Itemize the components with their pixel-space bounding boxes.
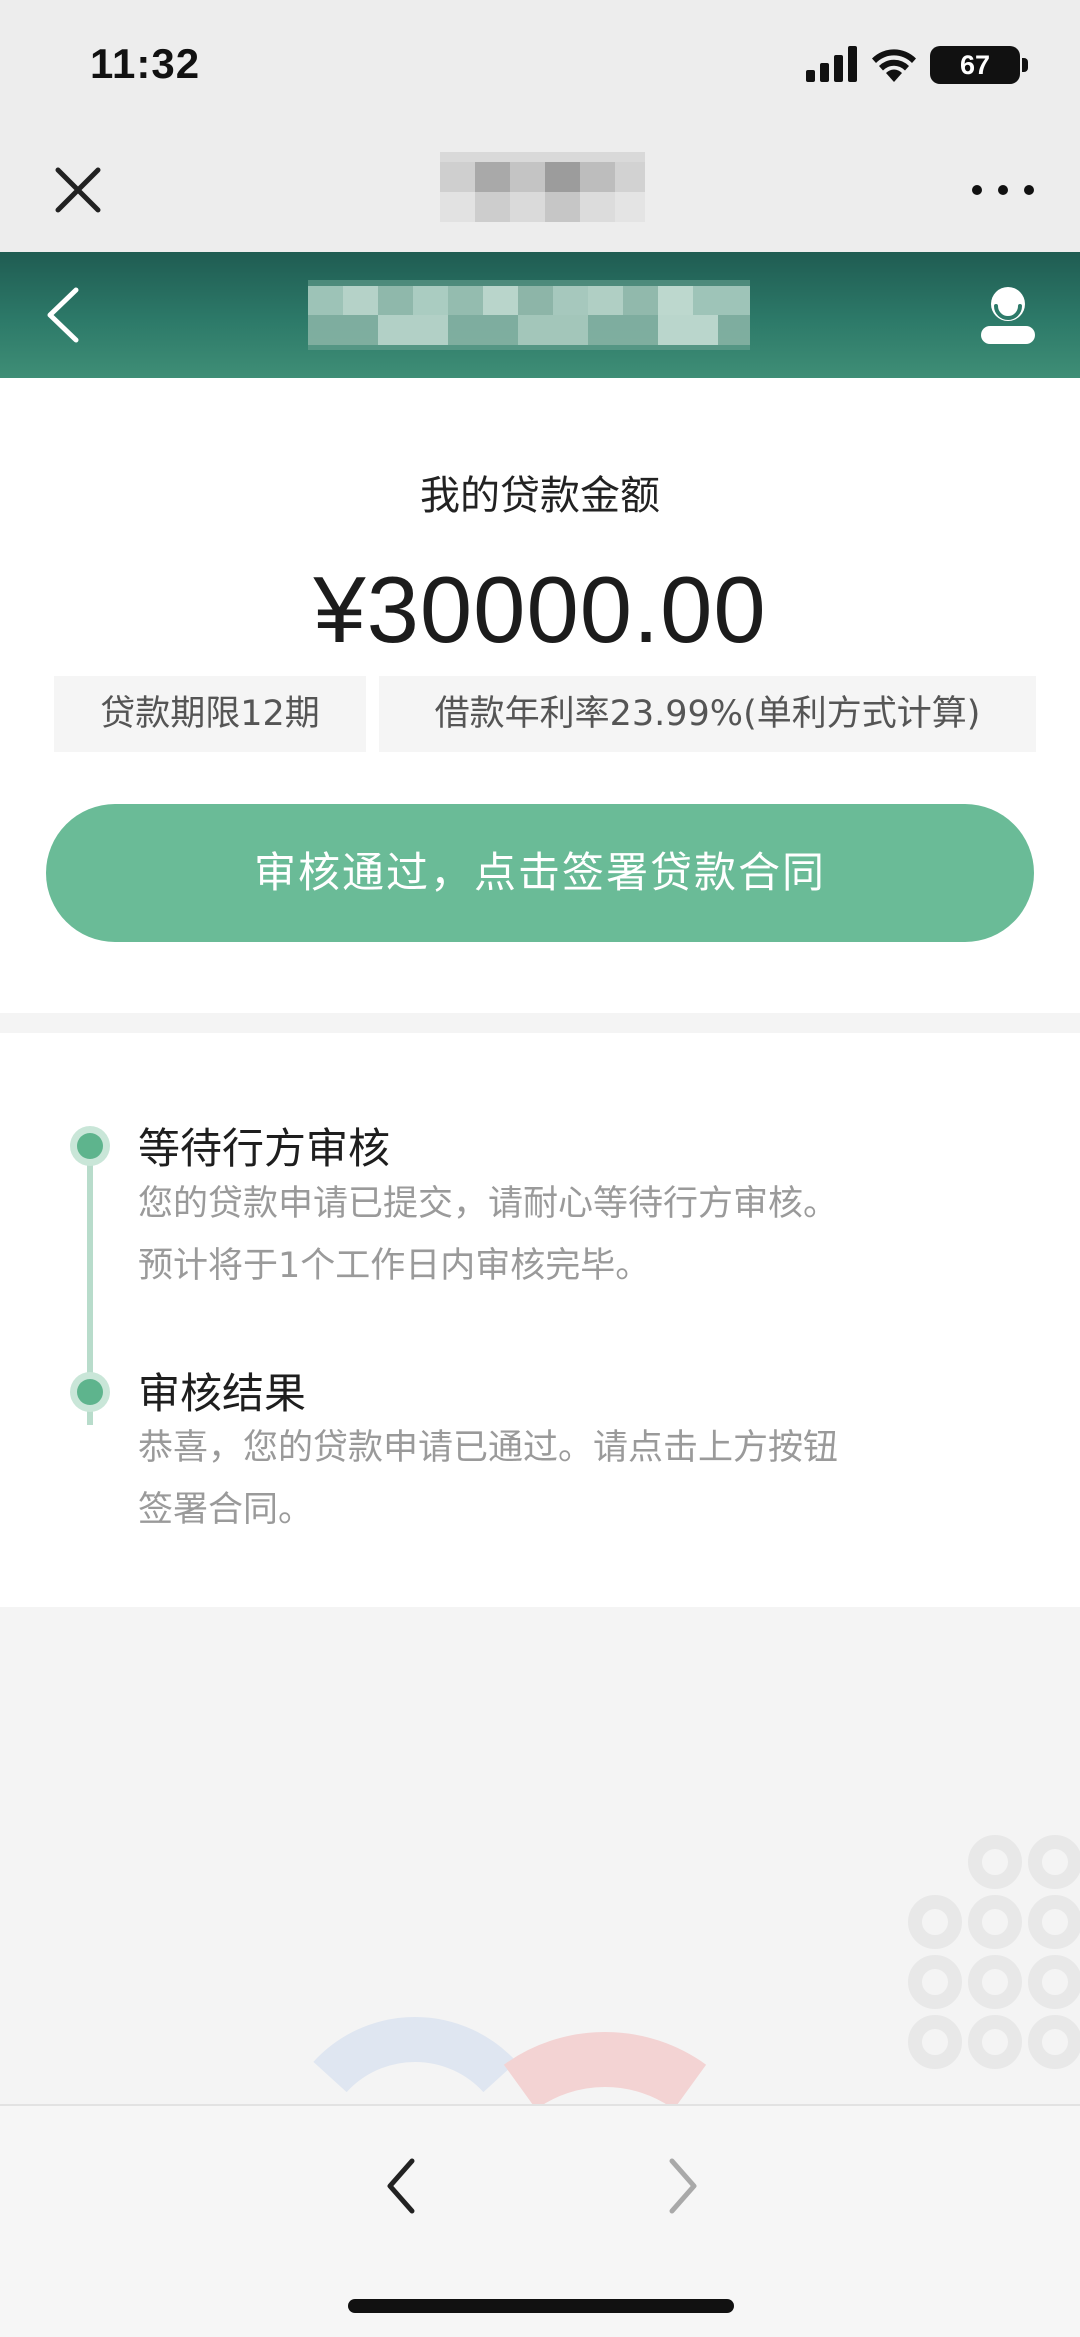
step-description: 恭喜，您的贷款申请已通过。请点击上方按钮 签署合同。 bbox=[138, 1417, 958, 1541]
step-description-line: 您的贷款申请已提交，请耐心等待行方审核。 bbox=[138, 1184, 839, 1224]
loan-term-tag: 贷款期限12期 bbox=[54, 676, 366, 752]
step-title: 审核结果 bbox=[138, 1369, 307, 1418]
progress-card: 等待行方审核 您的贷款申请已提交，请耐心等待行方审核。 预计将于1个工作日内审核… bbox=[0, 1033, 1080, 1607]
interest-rate-tag: 借款年利率23.99%(单利方式计算) bbox=[379, 676, 1036, 752]
status-time: 11:32 bbox=[90, 40, 201, 87]
timeline-dot bbox=[70, 1126, 110, 1166]
loan-card: 我的贷款金额 ¥30000.00 贷款期限12期 借款年利率23.99%(单利方… bbox=[0, 378, 1080, 1013]
battery-icon: 67 bbox=[930, 46, 1030, 84]
loan-amount-label: 我的贷款金额 bbox=[420, 473, 660, 519]
bottom-navigation bbox=[0, 2104, 1080, 2337]
step-description-line: 签署合同。 bbox=[138, 1490, 314, 1530]
battery-tip bbox=[1022, 58, 1028, 72]
user-icon[interactable] bbox=[978, 282, 1038, 346]
step-description-line: 预计将于1个工作日内审核完毕。 bbox=[138, 1246, 651, 1286]
wifi-icon bbox=[872, 49, 916, 82]
status-icons: 67 bbox=[800, 46, 1030, 86]
more-dot bbox=[1024, 185, 1034, 195]
home-indicator[interactable] bbox=[348, 2299, 734, 2313]
battery-level: 67 bbox=[930, 46, 1020, 84]
chevron-left-icon[interactable] bbox=[40, 282, 90, 348]
more-dot bbox=[972, 185, 982, 195]
blurred-title bbox=[440, 152, 645, 222]
step-description: 您的贷款申请已提交，请耐心等待行方审核。 预计将于1个工作日内审核完毕。 bbox=[138, 1173, 958, 1297]
step-description-line: 恭喜，您的贷款申请已通过。请点击上方按钮 bbox=[138, 1428, 839, 1468]
timeline-dot bbox=[70, 1372, 110, 1412]
sign-contract-button[interactable]: 审核通过，点击签署贷款合同 bbox=[46, 804, 1034, 942]
blurred-header-title bbox=[308, 280, 750, 350]
step-title: 等待行方审核 bbox=[138, 1124, 391, 1173]
title-bar bbox=[0, 130, 1080, 252]
signal-icon bbox=[806, 46, 857, 82]
app-header bbox=[0, 252, 1080, 378]
more-button[interactable] bbox=[970, 170, 1036, 210]
more-dot bbox=[998, 185, 1008, 195]
close-icon[interactable] bbox=[50, 162, 106, 218]
chevron-right-icon[interactable] bbox=[660, 2151, 704, 2221]
status-bar: 11:32 67 bbox=[0, 0, 1080, 130]
loan-amount: ¥30000.00 bbox=[313, 557, 767, 662]
chevron-left-icon[interactable] bbox=[380, 2151, 424, 2221]
background-decoration bbox=[0, 1835, 1080, 2107]
